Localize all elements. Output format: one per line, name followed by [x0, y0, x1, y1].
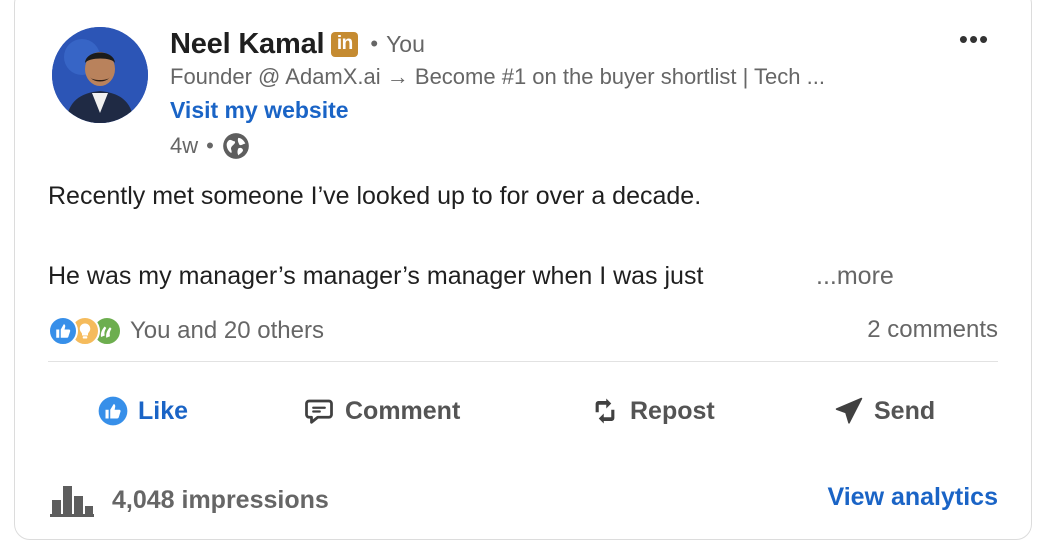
repost-button[interactable]: Repost [590, 392, 715, 430]
like-label: Like [138, 396, 189, 425]
send-button[interactable]: Send [834, 392, 935, 430]
impressions-count: 4,048 impressions [112, 485, 329, 514]
send-label: Send [874, 396, 936, 425]
post-text-line-1: Recently met someone I’ve looked up to f… [48, 182, 702, 210]
send-icon [835, 397, 863, 424]
like-icon [98, 396, 128, 426]
repost-label: Repost [630, 396, 715, 425]
author-name[interactable]: Neel Kamal [170, 28, 325, 61]
comments-count[interactable]: 2 comments [867, 316, 998, 344]
author-name-row: Neel Kamal in • You [170, 26, 425, 62]
more-options-icon[interactable]: ••• [956, 24, 992, 54]
globe-icon [222, 133, 249, 159]
divider [48, 361, 998, 362]
avatar-photo [52, 27, 148, 123]
linkedin-premium-icon: in [331, 31, 359, 57]
post-text-line-2: He was my manager’s manager’s manager wh… [48, 262, 704, 290]
relation-label: You [386, 30, 425, 57]
repost-icon [595, 398, 615, 424]
reactions-summary[interactable]: You and 20 others [48, 314, 324, 348]
impressions-summary[interactable]: 4,048 impressions [48, 480, 329, 520]
see-more-link[interactable]: ...more [816, 262, 894, 291]
reactions-count[interactable]: You and 20 others [130, 317, 324, 345]
post-meta: 4w • [170, 131, 250, 161]
view-analytics-link[interactable]: View analytics [828, 483, 998, 512]
like-button[interactable]: Like [98, 392, 188, 430]
separator-dot: • [370, 31, 379, 56]
comment-button[interactable]: Comment [303, 392, 460, 430]
author-headline: Founder @ AdamX.ai → Become #1 on the bu… [170, 64, 825, 89]
meta-separator: • [206, 133, 214, 158]
comment-label: Comment [345, 396, 461, 425]
author-avatar[interactable] [52, 27, 148, 123]
visit-website-link[interactable]: Visit my website [170, 97, 349, 124]
comment-icon [305, 399, 333, 424]
post-time: 4w [170, 133, 199, 158]
bar-chart-icon [50, 486, 94, 517]
like-reaction-icon [48, 316, 78, 346]
